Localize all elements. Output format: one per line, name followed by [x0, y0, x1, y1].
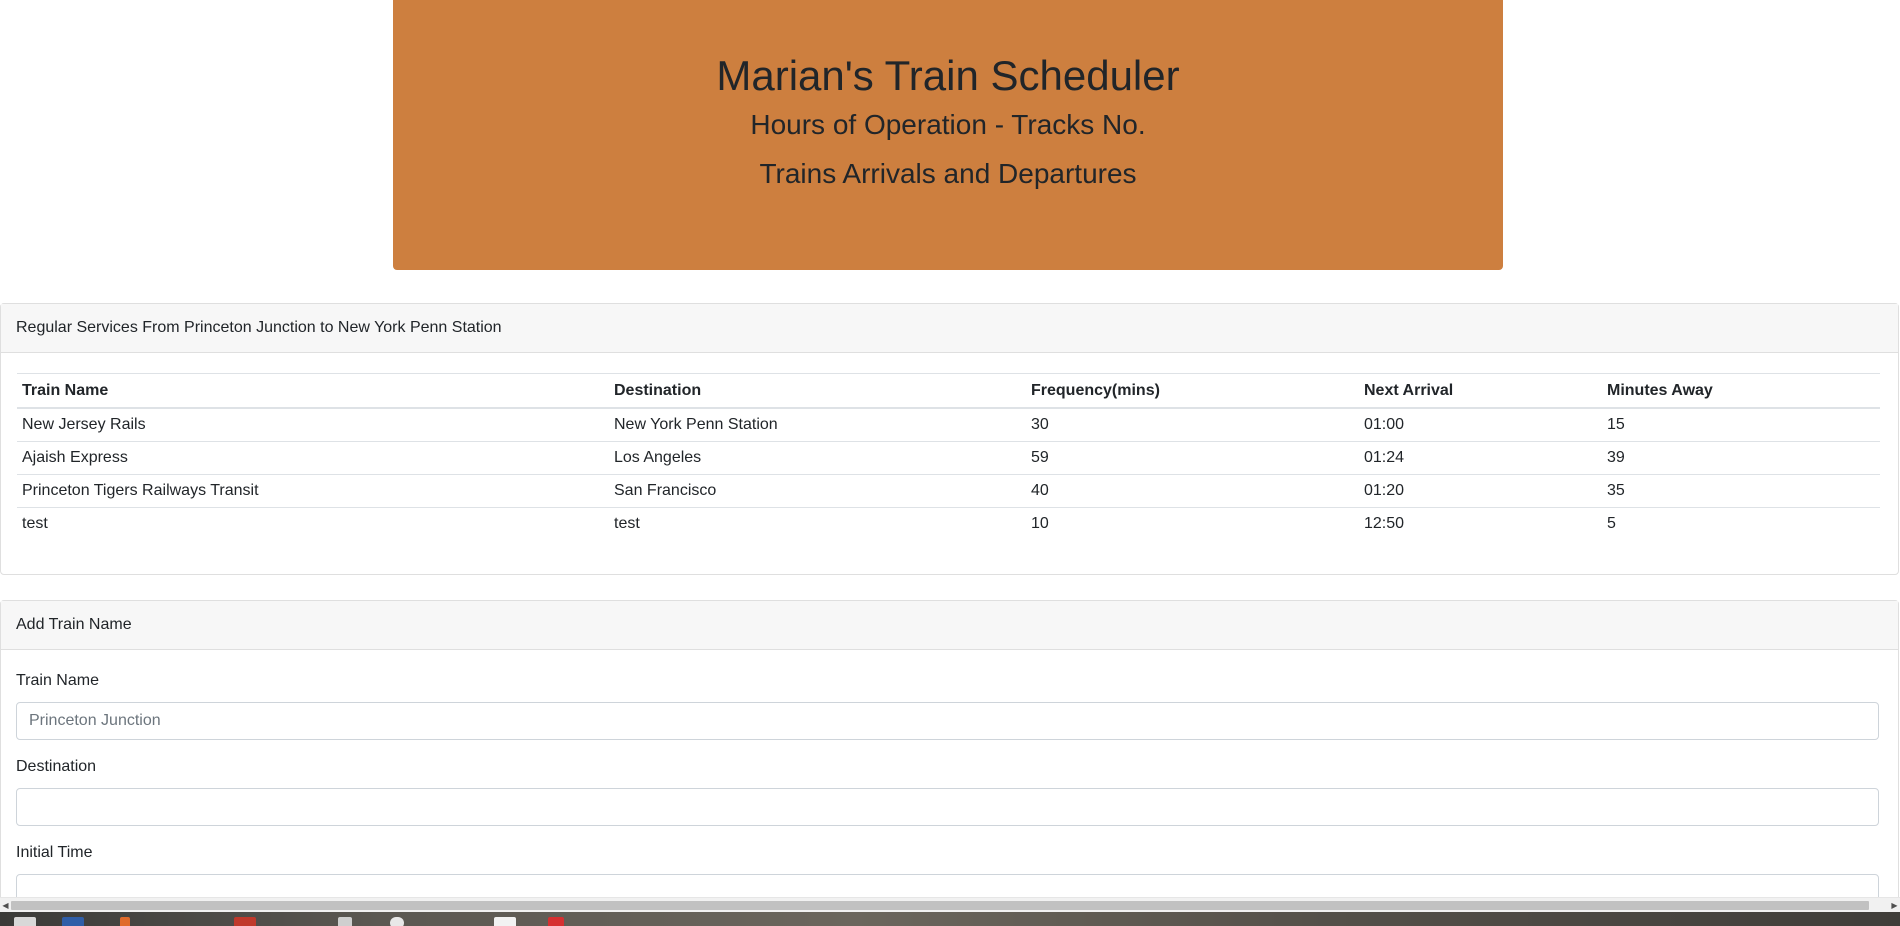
destination-label: Destination: [16, 758, 97, 775]
cell-minutes-away: 5: [1607, 515, 1616, 532]
destination-input[interactable]: [16, 788, 1879, 826]
cell-destination: test: [614, 515, 640, 532]
column-header-frequency: Frequency(mins): [1026, 373, 1359, 409]
cell-destination: Los Angeles: [609, 441, 1026, 475]
column-header-next-arrival: Next Arrival: [1359, 373, 1602, 409]
schedule-card-header: Regular Services From Princeton Junction…: [1, 304, 1898, 353]
page: Marian's Train Scheduler Hours of Operat…: [0, 0, 1900, 926]
table-row: test test 10 12:50 5: [17, 508, 1880, 541]
cell-next-arrival: 01:24: [1359, 441, 1602, 475]
settings-icon[interactable]: [338, 917, 352, 926]
cell-frequency: 10: [1031, 515, 1049, 532]
column-header-destination: Destination: [609, 373, 1026, 409]
cell-minutes-away: 39: [1602, 441, 1880, 475]
table-row: New Jersey Rails New York Penn Station 3…: [17, 408, 1880, 442]
chevron-right-icon[interactable]: ▶: [1889, 898, 1900, 913]
cell-frequency: 59: [1026, 441, 1359, 475]
horizontal-scrollbar[interactable]: ◀ ▶: [0, 897, 1900, 912]
add-train-card-header: Add Train Name: [1, 601, 1898, 650]
cell-frequency: 30: [1026, 408, 1359, 442]
column-header-minutes-away: Minutes Away: [1602, 373, 1880, 409]
cell-train-name: test: [22, 515, 48, 532]
header-banner: Marian's Train Scheduler Hours of Operat…: [393, 0, 1503, 270]
search-icon[interactable]: [390, 917, 404, 926]
table-row: Princeton Tigers Railways Transit San Fr…: [17, 474, 1880, 508]
cell-frequency: 40: [1026, 474, 1359, 508]
cell-train-name: Ajaish Express: [17, 441, 609, 475]
arrivals-subtitle: Trains Arrivals and Departures: [759, 158, 1137, 189]
train-name-input[interactable]: [16, 702, 1879, 740]
page-title: Marian's Train Scheduler: [716, 52, 1180, 99]
editor-icon[interactable]: [62, 917, 84, 926]
add-train-card: Add Train Name Train Name Destination In…: [0, 600, 1899, 926]
scrollbar-thumb[interactable]: [11, 901, 1869, 910]
app-icon[interactable]: [120, 917, 130, 926]
hours-subtitle: Hours of Operation - Tracks No.: [750, 109, 1146, 140]
chevron-left-icon[interactable]: ◀: [0, 898, 11, 913]
media-icon[interactable]: [548, 917, 564, 926]
cell-destination: New York Penn Station: [609, 408, 1026, 442]
table-row: Ajaish Express Los Angeles 59 01:24 39: [17, 441, 1880, 475]
cell-minutes-away: 35: [1602, 474, 1880, 508]
cell-train-name: New Jersey Rails: [17, 408, 609, 442]
schedule-card: Regular Services From Princeton Junction…: [0, 303, 1899, 575]
file-manager-icon[interactable]: [14, 917, 36, 926]
train-name-label: Train Name: [16, 672, 99, 689]
table-header-row: Train Name Destination Frequency(mins) N…: [17, 373, 1880, 409]
desktop-taskbar: [0, 912, 1900, 926]
cell-destination: San Francisco: [609, 474, 1026, 508]
cell-next-arrival: 12:50: [1364, 515, 1405, 532]
train-schedule-table: Train Name Destination Frequency(mins) N…: [17, 373, 1880, 540]
cell-minutes-away: 15: [1602, 408, 1880, 442]
browser-icon[interactable]: [234, 917, 256, 926]
window-icon[interactable]: [494, 917, 516, 926]
cell-next-arrival: 01:00: [1359, 408, 1602, 442]
column-header-train-name: Train Name: [17, 373, 609, 409]
cell-train-name: Princeton Tigers Railways Transit: [17, 474, 609, 508]
cell-next-arrival: 01:20: [1359, 474, 1602, 508]
initial-time-label: Initial Time: [16, 844, 93, 861]
